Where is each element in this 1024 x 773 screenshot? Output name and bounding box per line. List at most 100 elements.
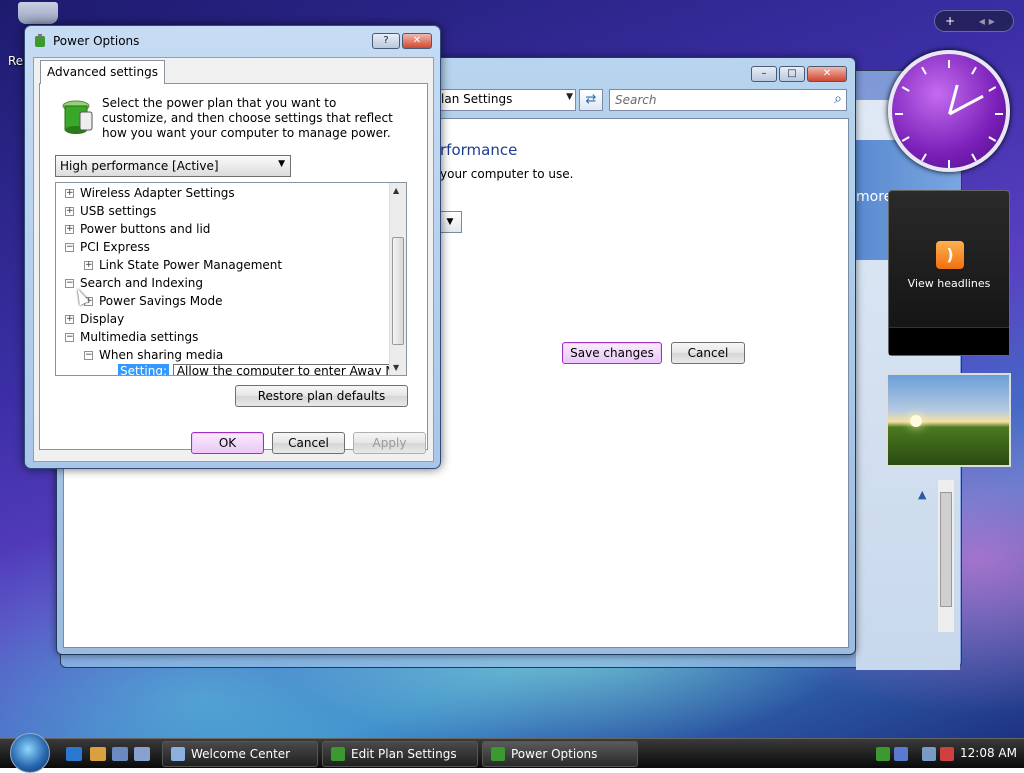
scroll-up-icon[interactable]: ▲ xyxy=(393,186,399,195)
taskbar-clock[interactable]: 12:08 AM xyxy=(960,746,1017,760)
collapse-icon[interactable]: − xyxy=(65,243,74,252)
clock-tick xyxy=(948,160,950,168)
tree-item[interactable]: + Wireless Adapter Settings xyxy=(65,184,235,202)
search-icon[interactable]: ⌕ xyxy=(834,91,842,107)
dialog-title: Power Options xyxy=(53,34,140,48)
taskbar: Welcome Center Edit Plan Settings Power … xyxy=(0,733,1024,773)
add-gadget-button[interactable]: + xyxy=(945,14,955,28)
expand-icon[interactable]: + xyxy=(65,207,74,216)
sidebar-nav-arrows[interactable]: ◂ ▸ xyxy=(979,14,995,28)
help-button[interactable]: ? xyxy=(372,33,400,49)
expand-icon[interactable]: + xyxy=(65,315,74,324)
start-button[interactable] xyxy=(10,733,50,773)
tree-item-label: Power Savings Mode xyxy=(99,294,223,308)
welcome-center-icon xyxy=(171,747,185,761)
scroll-thumb[interactable] xyxy=(392,237,404,345)
power-options-icon xyxy=(35,34,45,47)
desktop-icon-label: Re xyxy=(8,54,24,68)
save-changes-button[interactable]: Save changes xyxy=(562,342,662,364)
power-plan-select[interactable]: High performance [Active] ▼ xyxy=(55,155,291,177)
tree-item-label: Search and Indexing xyxy=(80,276,204,290)
control-panel-scrollbar[interactable] xyxy=(938,480,954,632)
dialog-caption-buttons: ? ✕ xyxy=(372,33,432,49)
tree-item[interactable]: − Search and Indexing xyxy=(65,274,203,292)
expand-icon[interactable]: + xyxy=(65,189,74,198)
slideshow-gadget[interactable] xyxy=(886,373,1011,467)
volume-muted-icon[interactable] xyxy=(940,747,954,761)
intro-text: Select the power plan that you want to c… xyxy=(102,96,393,140)
view-headlines-link[interactable]: View headlines xyxy=(889,277,1009,290)
collapse-icon[interactable]: − xyxy=(65,279,74,288)
task-label: Power Options xyxy=(511,747,598,761)
chevron-up-icon[interactable]: ▲ xyxy=(918,488,926,501)
tree-item[interactable]: + Link State Power Management xyxy=(84,256,282,274)
setting-value-select[interactable]: Allow the computer to enter Away Mo xyxy=(172,364,403,375)
rss-icon: ) xyxy=(936,241,964,269)
expand-icon[interactable]: + xyxy=(84,261,93,270)
tree-item-label: Link State Power Management xyxy=(99,258,283,272)
tree-item[interactable]: + USB settings xyxy=(65,202,156,220)
advanced-settings-tree[interactable]: + Wireless Adapter Settings + USB settings… xyxy=(55,182,407,376)
tree-item[interactable]: − When sharing media xyxy=(84,346,223,364)
tab-advanced-settings[interactable]: Advanced settings xyxy=(40,60,165,84)
feed-toolbar xyxy=(889,327,1009,355)
setting-dropdown[interactable]: ▼ xyxy=(438,211,462,233)
apply-button[interactable]: Apply xyxy=(353,432,426,454)
clock-tick xyxy=(921,66,927,75)
tree-scrollbar[interactable]: ▲ ▼ xyxy=(389,183,406,375)
tree-item[interactable]: − PCI Express xyxy=(65,238,150,256)
clock-tick xyxy=(921,153,927,162)
ie-icon[interactable] xyxy=(66,747,82,761)
address-bar[interactable]: lan Settings ▼ xyxy=(436,89,576,111)
sun-image xyxy=(910,415,922,427)
collapse-icon[interactable]: − xyxy=(84,351,93,360)
task-edit-plan-settings[interactable]: Edit Plan Settings xyxy=(322,741,478,767)
desktop: Re more ▲ – □ ✕ lan Settings ▼ ⇄ Search … xyxy=(0,0,1024,773)
folder-icon[interactable] xyxy=(90,747,106,761)
clock-tick xyxy=(971,66,977,75)
task-power-options[interactable]: Power Options xyxy=(482,741,638,767)
scroll-down-icon[interactable]: ▼ xyxy=(393,363,399,372)
show-desktop-icon[interactable] xyxy=(112,747,128,761)
setting-label: Setting: xyxy=(118,364,170,376)
system-tray: 12:08 AM xyxy=(868,739,1024,769)
expand-icon[interactable]: + xyxy=(65,225,74,234)
restore-plan-defaults-button[interactable]: Restore plan defaults xyxy=(235,385,408,407)
setting-row[interactable]: Setting: Allow the computer to enter Awa… xyxy=(118,364,403,376)
close-button[interactable]: ✕ xyxy=(807,66,847,82)
scroll-thumb[interactable] xyxy=(940,492,952,607)
collapse-icon[interactable]: − xyxy=(65,333,74,342)
tree-item-label: Power buttons and lid xyxy=(80,222,211,236)
tree-item-label: PCI Express xyxy=(80,240,150,254)
tree-item[interactable]: + Display xyxy=(65,310,124,328)
task-label: Welcome Center xyxy=(191,747,291,761)
cancel-button[interactable]: Cancel xyxy=(671,342,745,364)
task-welcome-center[interactable]: Welcome Center xyxy=(162,741,318,767)
maximize-button[interactable]: □ xyxy=(779,66,805,82)
power-tray-icon[interactable] xyxy=(876,747,890,761)
ok-button[interactable]: OK xyxy=(191,432,264,454)
sidebar-controls[interactable]: + ◂ ▸ xyxy=(934,10,1014,32)
clock-tick xyxy=(995,113,1003,115)
tree-item[interactable]: + Power Savings Mode xyxy=(84,292,223,310)
minimize-button[interactable]: – xyxy=(751,66,777,82)
recycle-bin-icon[interactable] xyxy=(18,2,58,24)
clock-gadget[interactable] xyxy=(888,50,1010,172)
dialog-cancel-button[interactable]: Cancel xyxy=(272,432,345,454)
chevron-down-icon[interactable]: ▼ xyxy=(278,159,285,169)
switch-windows-icon[interactable] xyxy=(134,747,150,761)
display-tray-icon[interactable] xyxy=(922,747,936,761)
chevron-down-icon[interactable]: ▼ xyxy=(566,92,573,102)
dialog-close-button[interactable]: ✕ xyxy=(402,33,432,49)
page-subtext: your computer to use. xyxy=(440,167,574,181)
power-options-icon xyxy=(331,747,345,761)
clock-tick xyxy=(901,136,910,142)
tree-item[interactable]: − Multimedia settings xyxy=(65,328,198,346)
refresh-button[interactable]: ⇄ xyxy=(579,89,603,111)
search-input[interactable]: Search ⌕ xyxy=(609,89,847,111)
window-caption-buttons: – □ ✕ xyxy=(751,66,847,82)
feed-headlines-gadget[interactable]: ) View headlines xyxy=(888,190,1010,356)
tree-item[interactable]: + Power buttons and lid xyxy=(65,220,210,238)
task-label: Edit Plan Settings xyxy=(351,747,457,761)
network-tray-icon[interactable] xyxy=(894,747,908,761)
